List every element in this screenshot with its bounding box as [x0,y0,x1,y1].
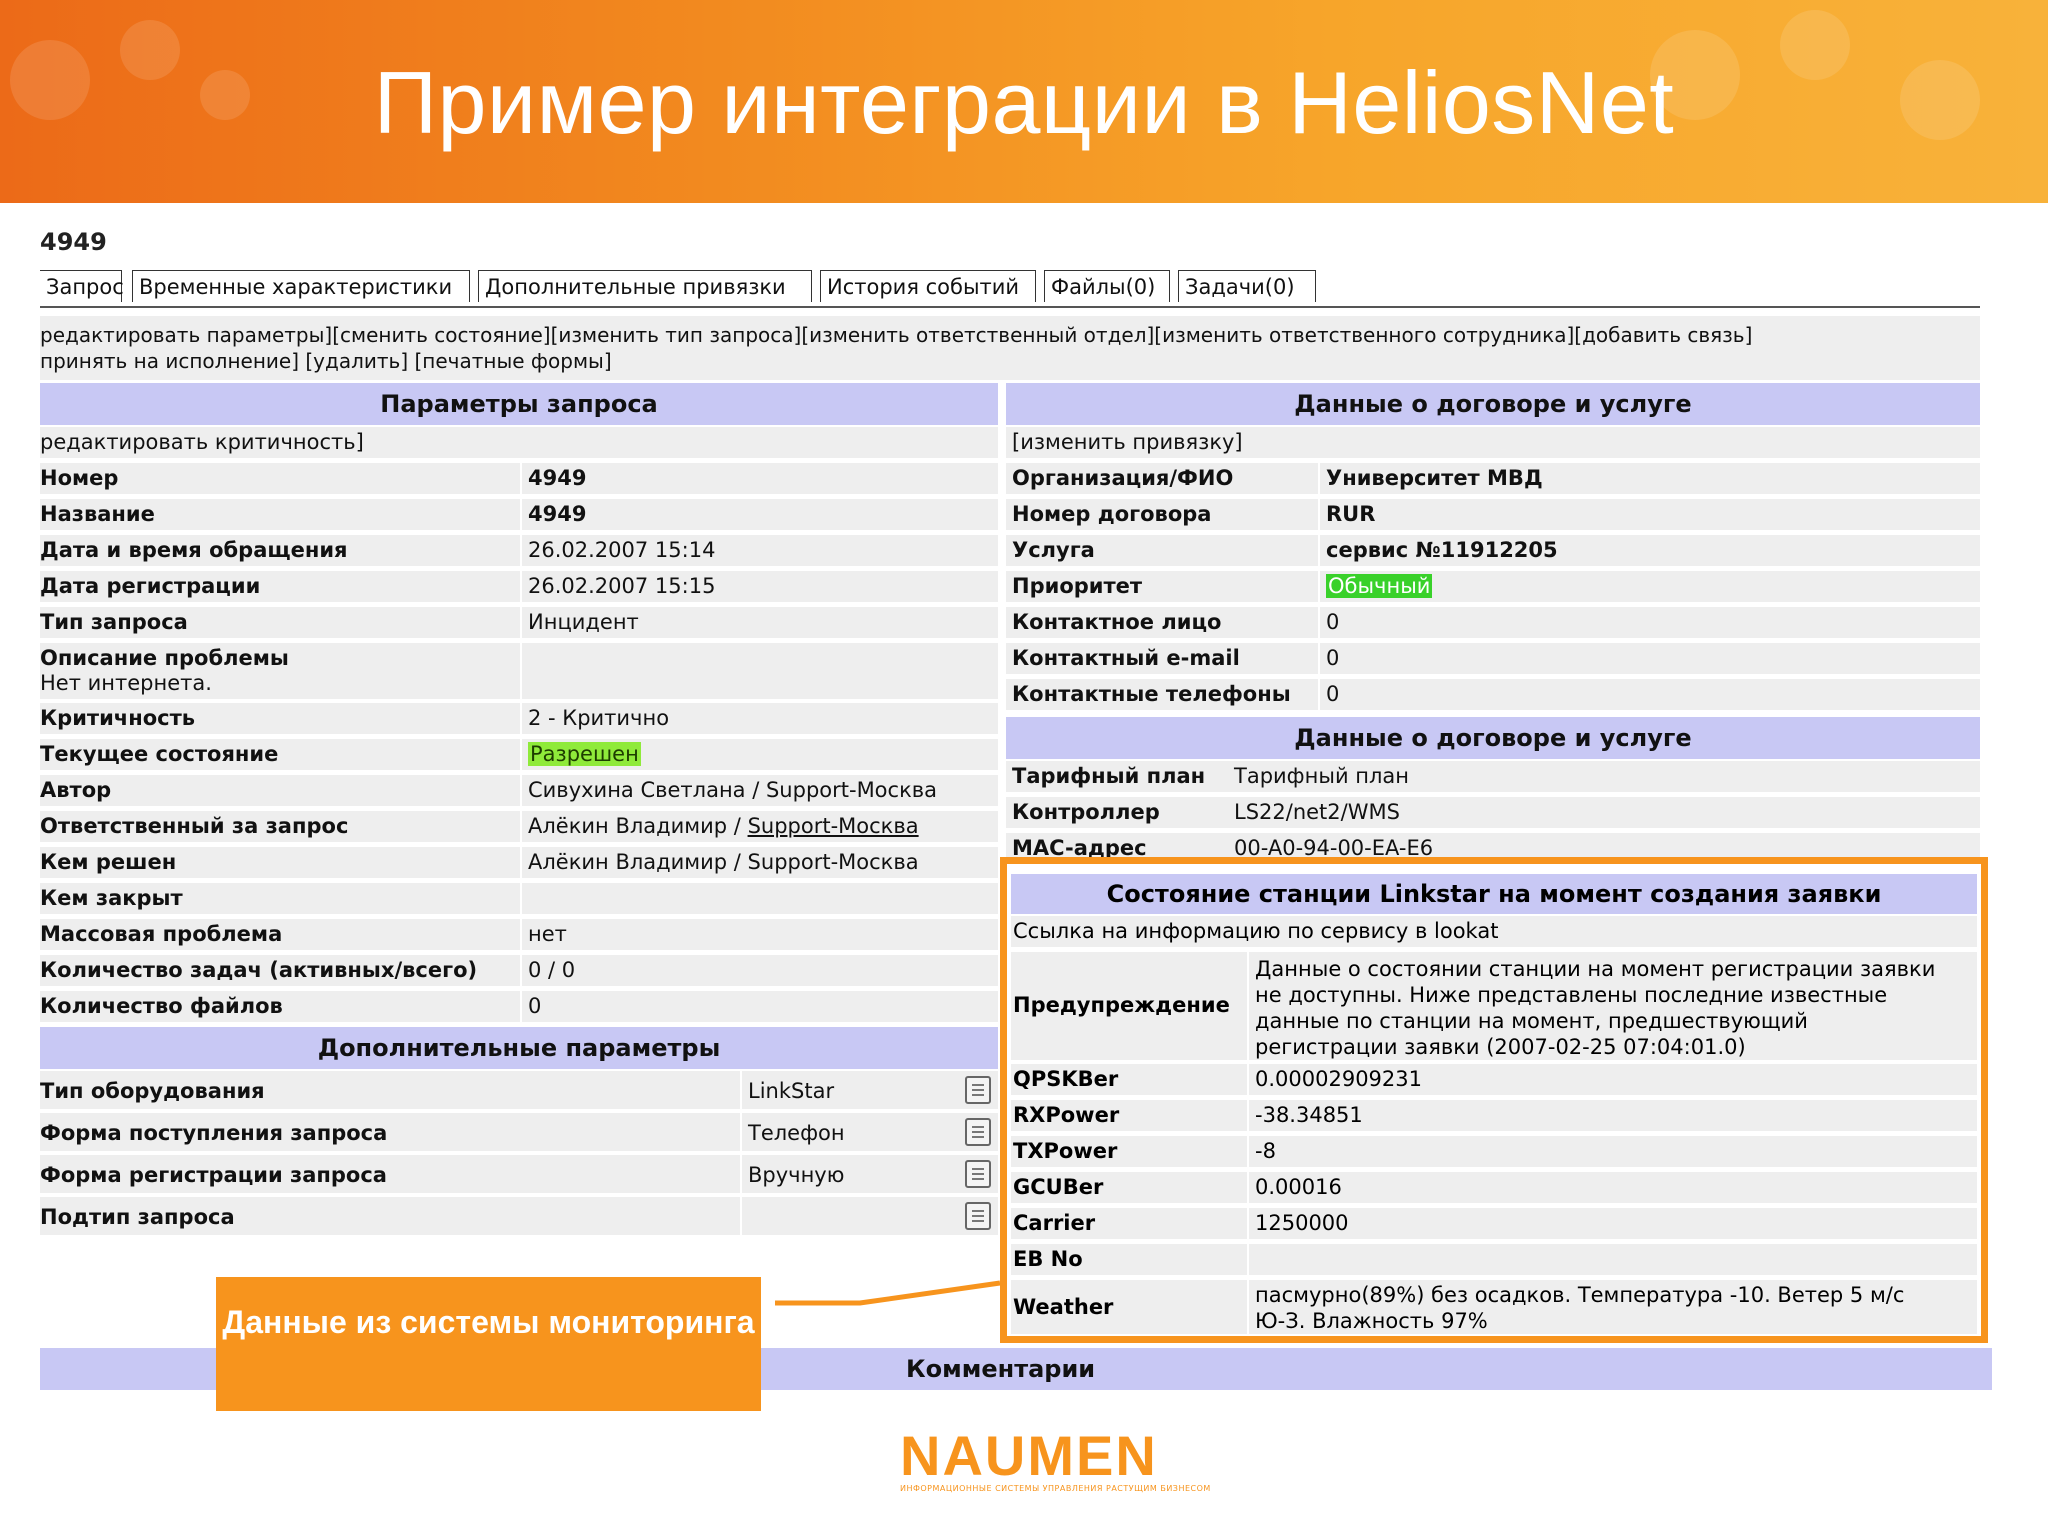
naumen-logo: NAUMEN ИНФОРМАЦИОННЫЕ СИСТЕМЫ УПРАВЛЕНИЯ… [900,1424,1212,1494]
logo-wordmark: NAUMEN [900,1424,1158,1487]
monitoring-callout: Данные из системы мониторинга [216,1277,761,1411]
logo-tagline: ИНФОРМАЦИОННЫЕ СИСТЕМЫ УПРАВЛЕНИЯ РАСТУЩ… [900,1484,1211,1493]
connector-line [775,1280,1001,1306]
